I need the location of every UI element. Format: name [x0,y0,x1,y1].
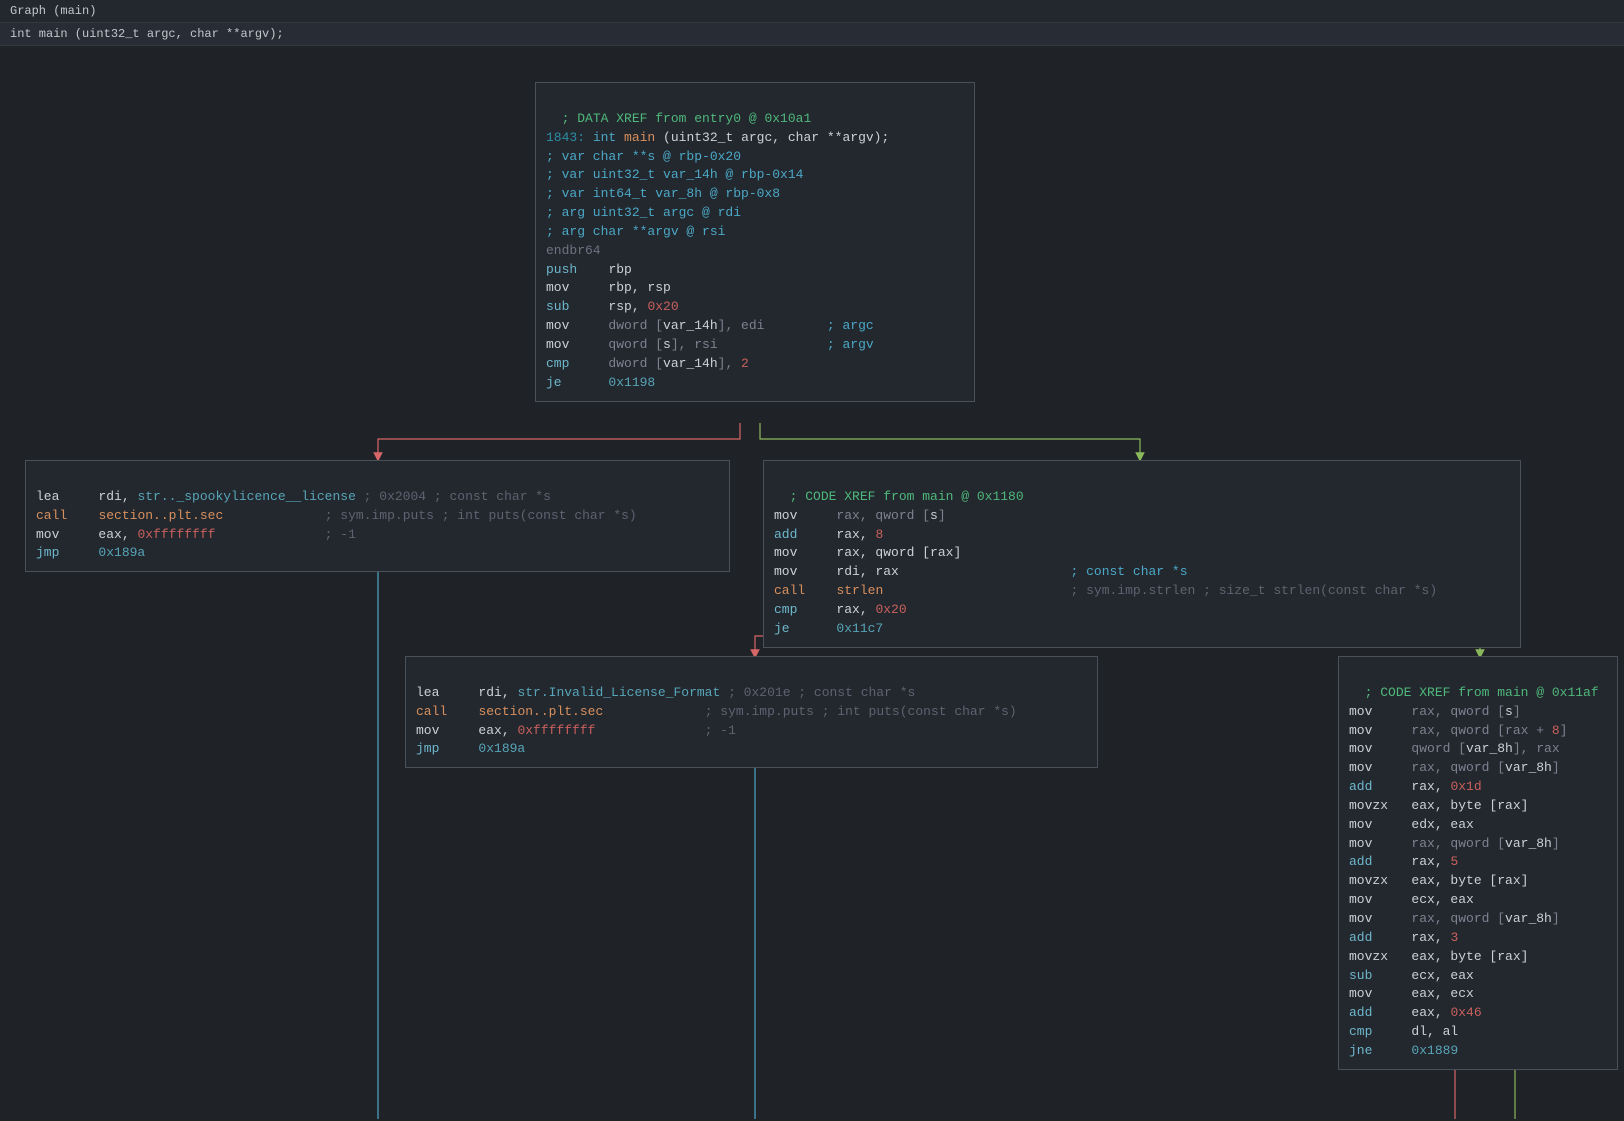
bb-invalid-format[interactable]: lea rdi, str.Invalid_License_Format ; 0x… [405,656,1098,768]
panel-title: Graph (main) [0,0,1624,23]
graph-canvas[interactable]: ; DATA XREF from entry0 @ 0x10a1 1843: i… [0,46,1624,1119]
bb-usage-error[interactable]: lea rdi, str.._spookylicence__license ; … [25,460,730,572]
bb-entry[interactable]: ; DATA XREF from entry0 @ 0x10a1 1843: i… [535,82,975,402]
function-signature: int main (uint32_t argc, char **argv); [0,23,1624,46]
bb-strlen[interactable]: ; CODE XREF from main @ 0x1180 mov rax, … [763,460,1521,648]
bb-check-license[interactable]: ; CODE XREF from main @ 0x11af mov rax, … [1338,656,1618,1070]
